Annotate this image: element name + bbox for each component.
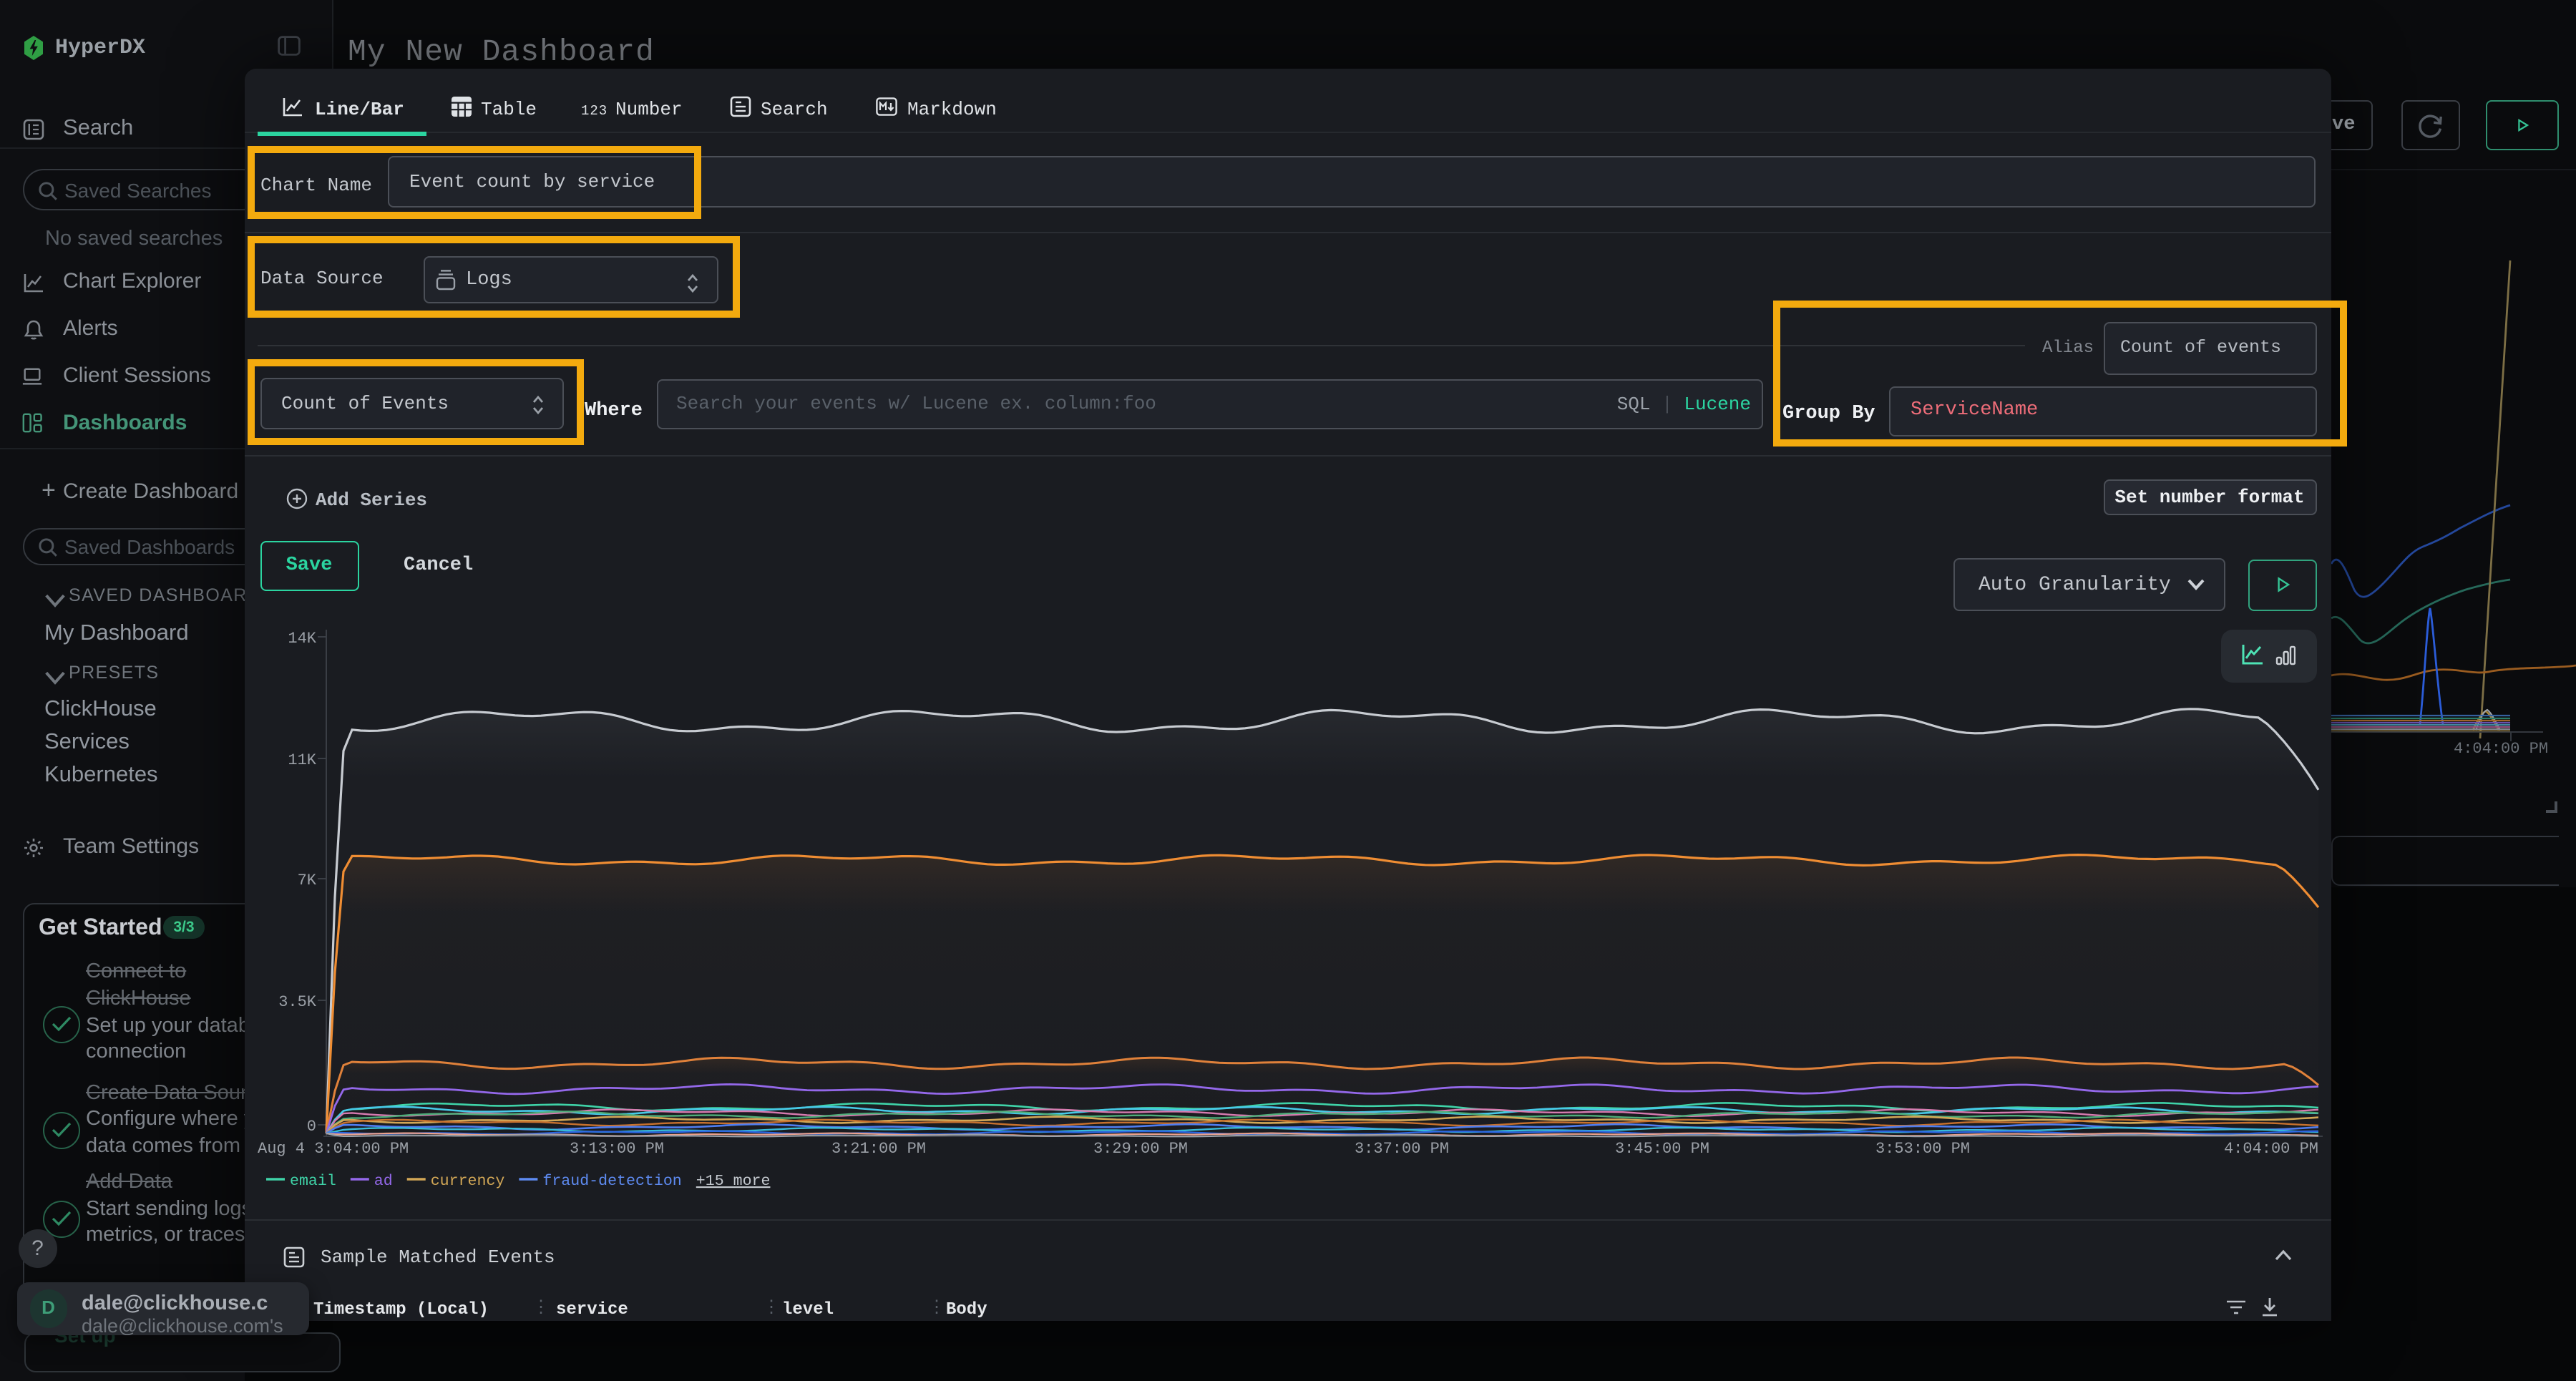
- svg-text:4:04:00 PM: 4:04:00 PM: [2224, 1140, 2318, 1158]
- svg-text:11K: 11K: [288, 751, 316, 769]
- svg-text:3:37:00 PM: 3:37:00 PM: [1355, 1140, 1449, 1158]
- svg-text:+15 more: +15 more: [696, 1173, 771, 1190]
- svg-text:3:21:00 PM: 3:21:00 PM: [831, 1140, 926, 1158]
- svg-text:7K: 7K: [298, 872, 317, 889]
- svg-text:3:53:00 PM: 3:53:00 PM: [1875, 1140, 1970, 1158]
- svg-text:email: email: [290, 1173, 336, 1190]
- svg-text:3:29:00 PM: 3:29:00 PM: [1093, 1140, 1188, 1158]
- svg-text:0: 0: [307, 1118, 316, 1136]
- svg-text:3.5K: 3.5K: [278, 993, 317, 1011]
- svg-text:currency: currency: [431, 1173, 505, 1190]
- svg-text:ad: ad: [374, 1173, 393, 1190]
- svg-text:14K: 14K: [288, 630, 316, 648]
- svg-text:3:45:00 PM: 3:45:00 PM: [1615, 1140, 1709, 1158]
- svg-text:3:13:00 PM: 3:13:00 PM: [570, 1140, 664, 1158]
- svg-text:fraud-detection: fraud-detection: [542, 1173, 681, 1190]
- svg-text:Aug 4 3:04:00 PM: Aug 4 3:04:00 PM: [258, 1140, 409, 1158]
